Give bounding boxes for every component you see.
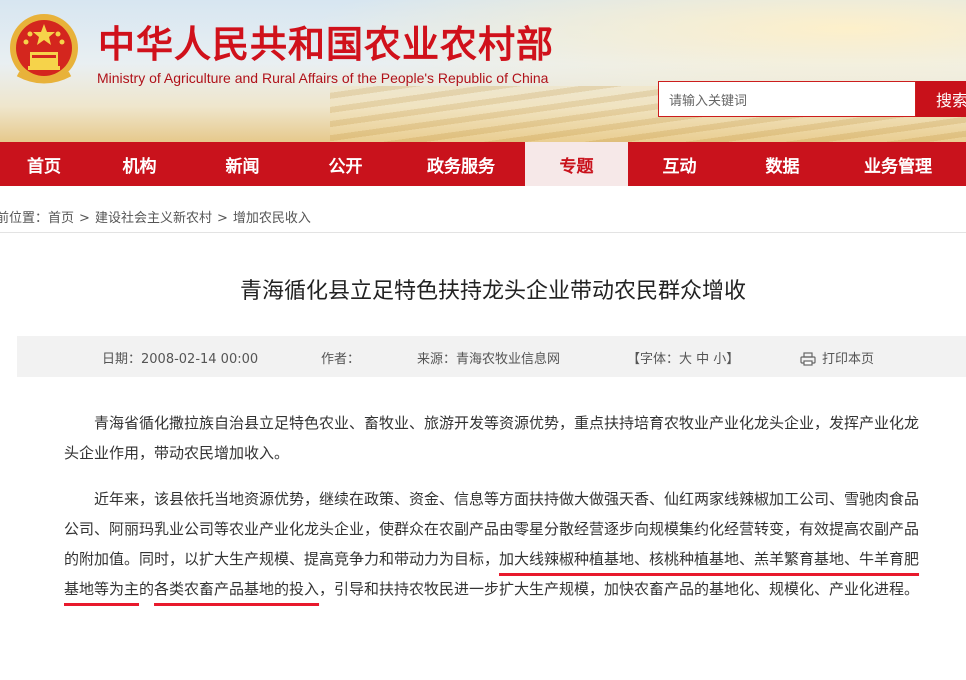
breadcrumb-prefix: 前位置： [0, 211, 49, 226]
paragraph-2-text: ，引导和扶持农牧民进一步扩大生产规模，加快农畜产品的基地化、规模化、产业化进程。 [319, 580, 920, 598]
nav-item-business[interactable]: 业务管理 [834, 142, 962, 186]
main-nav: 首页 机构 新闻 公开 政务服务 专题 互动 数据 业务管理 [0, 142, 966, 186]
article-paragraph-2: 近年来，该县依托当地资源优势，继续在政策、资金、信息等方面扶持做大做强天香、仙红… [64, 484, 922, 604]
breadcrumb: 前位置：首页 > 建设社会主义新农村 > 增加农民收入 [0, 207, 311, 226]
national-emblem-icon[interactable] [8, 10, 80, 88]
article-date: 日期：2008-02-14 00:00 [102, 352, 259, 367]
nav-item-public[interactable]: 公开 [294, 142, 397, 186]
paragraph-2-text: 的 [139, 580, 155, 598]
article-title: 青海循化县立足特色扶持龙头企业带动农民群众增收 [239, 279, 746, 304]
print-label: 打印本页 [822, 352, 875, 367]
highlighted-text: 各类农畜产品基地的投入 [154, 580, 320, 598]
breadcrumb-home[interactable]: 首页 [48, 211, 74, 226]
site-header: 中华人民共和国农业农村部 Ministry of Agriculture and… [0, 0, 966, 142]
nav-item-news[interactable]: 新闻 [191, 142, 294, 186]
search-input[interactable]: 请输入关键词 [658, 81, 916, 117]
site-title[interactable]: 中华人民共和国农业农村部 [98, 14, 554, 68]
breadcrumb-farmer-income[interactable]: 增加农民收入 [233, 211, 311, 226]
font-size-selector[interactable]: 【字体：大 中 小】 [627, 348, 739, 367]
article-body: 青海省循化撒拉族自治县立足特色农业、畜牧业、旅游开发等资源优势，重点扶持培育农牧… [64, 408, 922, 620]
nav-item-data[interactable]: 数据 [731, 142, 834, 186]
article-meta-bar: 日期：2008-02-14 00:00 作者： 来源：青海农牧业信息网 【字体：… [17, 336, 966, 377]
article-paragraph-1: 青海省循化撒拉族自治县立足特色农业、畜牧业、旅游开发等资源优势，重点扶持培育农牧… [64, 414, 920, 462]
nav-item-topics[interactable]: 专题 [525, 142, 628, 186]
breadcrumb-separator: > [216, 211, 228, 226]
article-author: 作者： [321, 352, 361, 367]
nav-item-gov-services[interactable]: 政务服务 [397, 142, 525, 186]
print-button[interactable]: 打印本页 [800, 348, 874, 367]
site-subtitle: Ministry of Agriculture and Rural Affair… [97, 70, 549, 86]
nav-item-organization[interactable]: 机构 [88, 142, 191, 186]
breadcrumb-separator: > [79, 211, 90, 226]
printer-icon [800, 352, 816, 366]
breadcrumb-new-countryside[interactable]: 建设社会主义新农村 [95, 211, 212, 226]
breadcrumb-divider [0, 232, 966, 233]
article-source: 来源：青海农牧业信息网 [417, 352, 561, 367]
search-button[interactable]: 搜索 [916, 81, 966, 117]
nav-item-interaction[interactable]: 互动 [628, 142, 731, 186]
nav-item-home[interactable]: 首页 [0, 142, 88, 186]
